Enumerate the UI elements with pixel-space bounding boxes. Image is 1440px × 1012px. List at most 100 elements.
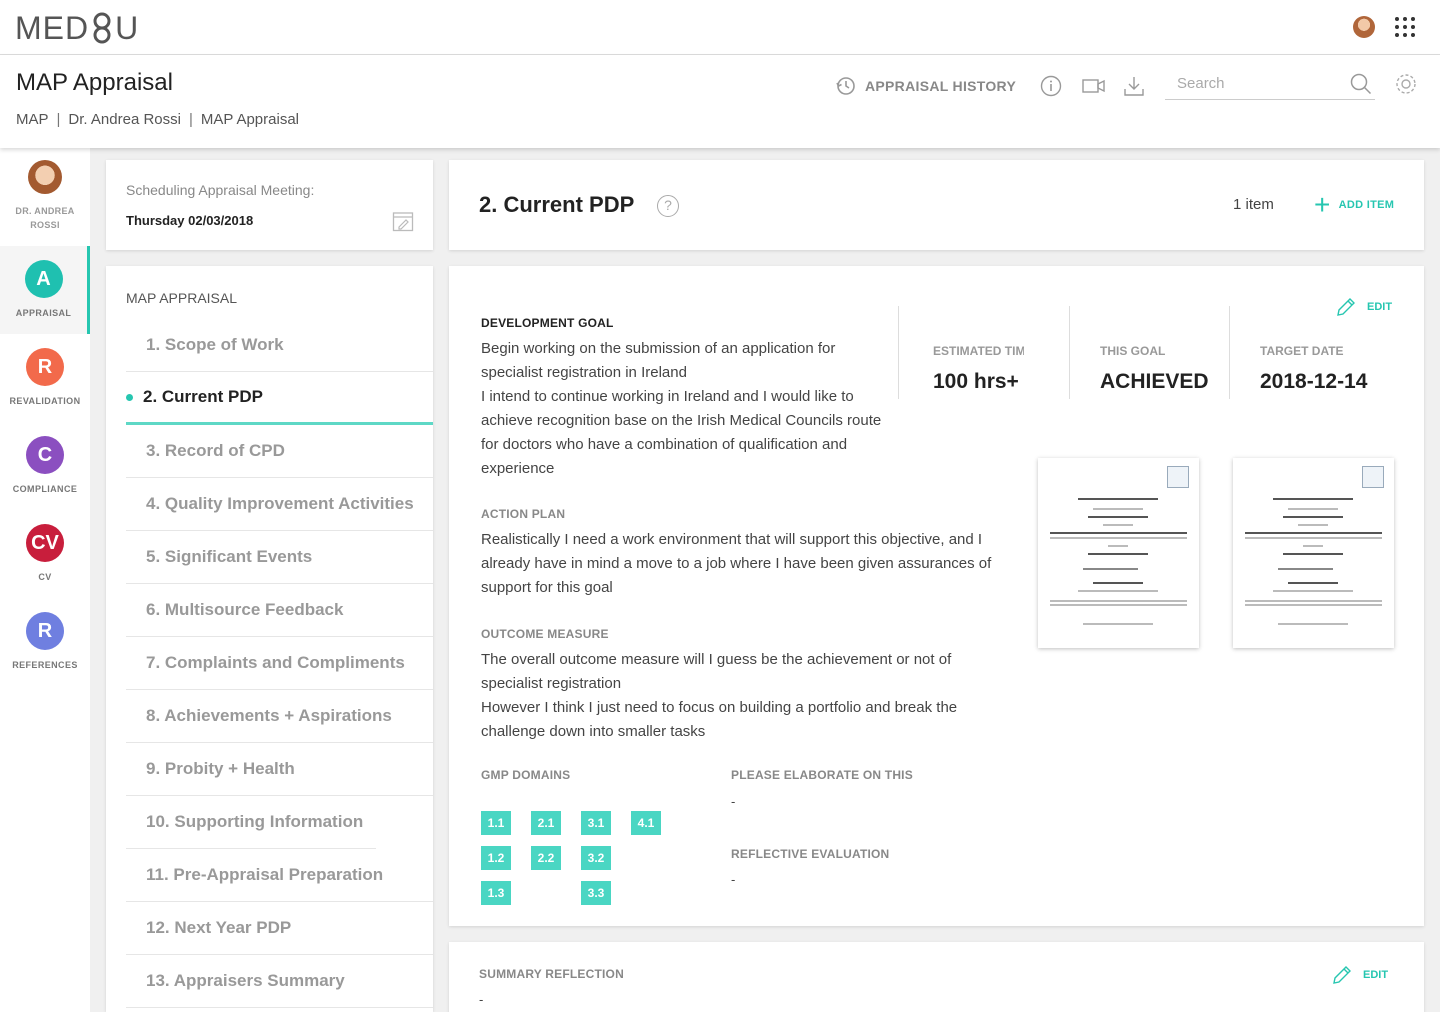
appraisal-badge: A [24, 260, 63, 298]
section-nav-list: 1. Scope of Work 2. Current PDP 3. Recor… [126, 319, 433, 1008]
stat-value: 100 hrs+ [933, 370, 1019, 393]
help-icon[interactable]: ? [657, 195, 679, 217]
rail-item-appraisal[interactable]: A APPRAISAL [0, 246, 90, 334]
add-item-label: ADD ITEM [1338, 199, 1395, 211]
certificate-thumbnail[interactable] [1038, 458, 1199, 648]
rail-item-references[interactable]: R REFERENCES [0, 598, 90, 686]
goal-stats: ESTIMATED TIME 100 hrs+ THIS GOAL ACHIEV… [898, 306, 1399, 399]
calendar-edit-icon[interactable] [392, 210, 414, 232]
download-icon[interactable] [1123, 75, 1145, 97]
nav-item-next-year-pdp[interactable]: 12. Next Year PDP [126, 902, 433, 955]
top-bar: MED U [0, 0, 1440, 55]
nav-item-scope-of-work[interactable]: 1. Scope of Work [126, 319, 433, 372]
nav-item-quality-improvement[interactable]: 4. Quality Improvement Activities [126, 478, 433, 531]
active-dot [126, 393, 133, 401]
settings-gear-icon[interactable] [1394, 72, 1418, 96]
outcome-measure-heading: OUTCOME MEASURE [481, 627, 609, 641]
gmp-domain-tags: 1.1 2.1 3.1 4.1 1.2 2.2 3.2 1.3 3.3 [481, 811, 661, 911]
gmp-domain-tag: 3.1 [581, 811, 611, 835]
stat-value: 2018-12-14 [1260, 370, 1368, 393]
stat-estimated-time: ESTIMATED TIME 100 hrs+ [899, 306, 1069, 399]
nav-item-appraisers-summary[interactable]: 13. Appraisers Summary [126, 955, 433, 1008]
elaborate-value: - [731, 794, 736, 809]
plus-icon: + [1314, 189, 1331, 220]
breadcrumb-item[interactable]: MAP [16, 111, 49, 128]
user-avatar[interactable] [1353, 16, 1375, 38]
schedule-card: Scheduling Appraisal Meeting: Thursday 0… [106, 160, 433, 250]
development-goal-text: Begin working on the submission of an ap… [481, 340, 882, 477]
gmp-domain-tag: 1.3 [481, 881, 511, 905]
add-item-button[interactable]: + ADD ITEM [1314, 189, 1395, 220]
action-plan-text: Realistically I need a work environment … [481, 531, 992, 596]
pencil-icon [1333, 966, 1351, 984]
stat-label: ESTIMATED TIME [933, 344, 1024, 358]
rail-user-profile[interactable]: DR. ANDREA ROSSI [0, 160, 90, 232]
stat-value: ACHIEVED [1100, 370, 1209, 393]
apps-grid-icon[interactable] [1395, 17, 1415, 37]
nav-title: MAP APPRAISAL [126, 290, 238, 306]
page-title: MAP Appraisal [16, 69, 173, 96]
nav-item-current-pdp[interactable]: 2. Current PDP [126, 372, 433, 425]
certificate-thumbnail[interactable] [1233, 458, 1394, 648]
nav-item-significant-events[interactable]: 5. Significant Events [126, 531, 433, 584]
nav-item-achievements-aspirations[interactable]: 8. Achievements + Aspirations [126, 690, 433, 743]
cv-badge: CV [26, 524, 64, 562]
section-nav-card: MAP APPRAISAL 1. Scope of Work 2. Curren… [106, 266, 433, 1012]
appraisal-history-button[interactable]: APPRAISAL HISTORY [835, 75, 1016, 97]
nav-item-supporting-information[interactable]: 10. Supporting Information [126, 796, 376, 849]
section-title-card: 2. Current PDP ? 1 item + ADD ITEM [449, 160, 1424, 250]
app-logo[interactable]: MED U [15, 10, 139, 47]
summary-reflection-heading: SUMMARY REFLECTION [479, 967, 624, 981]
breadcrumb-item[interactable]: Dr. Andrea Rossi [68, 111, 181, 128]
reflective-evaluation-heading: REFLECTIVE EVALUATION [731, 847, 890, 861]
revalidation-badge: R [26, 348, 64, 386]
elaborate-heading: PLEASE ELABORATE ON THIS [731, 768, 913, 782]
compliance-badge: C [26, 436, 64, 474]
gmp-domain-tag: 2.2 [531, 846, 561, 870]
schedule-date: Thursday 02/03/2018 [126, 213, 254, 228]
rail-item-label: APPRAISAL [15, 308, 72, 318]
edit-label: EDIT [1363, 969, 1389, 981]
rail-item-cv[interactable]: CV CV [0, 510, 90, 598]
nav-item-pre-appraisal-preparation[interactable]: 11. Pre-Appraisal Preparation [126, 849, 433, 902]
logo-text-right: U [115, 10, 140, 46]
nav-item-probity-health[interactable]: 9. Probity + Health [126, 743, 433, 796]
nav-item-label: 2. Current PDP [143, 387, 263, 406]
rail-item-label: REVALIDATION [9, 396, 81, 406]
rail-item-label: COMPLIANCE [12, 484, 78, 494]
breadcrumb-item[interactable]: MAP Appraisal [201, 111, 299, 128]
rail-item-revalidation[interactable]: R REVALIDATION [0, 334, 90, 422]
gmp-domain-tag: 1.2 [481, 846, 511, 870]
item-count: 1 item [1233, 196, 1274, 213]
info-icon[interactable] [1040, 75, 1062, 97]
user-photo [28, 160, 62, 194]
stat-target-date: TARGET DATE 2018-12-14 [1229, 306, 1399, 399]
gmp-domain-tag: 2.1 [531, 811, 561, 835]
video-icon[interactable] [1082, 75, 1106, 97]
certificate-logo-icon [1167, 466, 1189, 488]
appraisal-history-label: APPRAISAL HISTORY [865, 78, 1017, 94]
references-badge: R [26, 612, 64, 650]
summary-edit-button[interactable]: EDIT [1331, 964, 1388, 986]
logo-infinity-icon [89, 11, 115, 45]
rail-item-compliance[interactable]: C COMPLIANCE [0, 422, 90, 510]
nav-item-multisource-feedback[interactable]: 6. Multisource Feedback [126, 584, 433, 637]
action-plan-heading: ACTION PLAN [481, 507, 566, 521]
breadcrumb: MAP | Dr. Andrea Rossi | MAP Appraisal [16, 111, 299, 128]
gmp-domain-tag: 4.1 [631, 811, 661, 835]
search-icon[interactable] [1349, 72, 1373, 96]
reflective-evaluation-value: - [731, 872, 736, 887]
development-goal-heading: DEVELOPMENT GOAL [481, 316, 614, 330]
page-header: MAP Appraisal MAP | Dr. Andrea Rossi | MAP A… [0, 55, 1440, 148]
gmp-domain-tag: 3.3 [581, 881, 611, 905]
search-input[interactable] [1165, 69, 1345, 97]
certificate-logo-icon [1362, 466, 1384, 488]
stat-label: TARGET DATE [1260, 344, 1344, 358]
nav-item-record-of-cpd[interactable]: 3. Record of CPD [126, 425, 433, 478]
gmp-domains-heading: GMP DOMAINS [481, 768, 571, 782]
rail-item-label: CV [38, 572, 52, 582]
nav-item-complaints-compliments[interactable]: 7. Complaints and Compliments [126, 637, 433, 690]
user-name: DR. ANDREA ROSSI [15, 206, 75, 230]
stat-this-goal: THIS GOAL ACHIEVED [1069, 306, 1229, 399]
left-rail: DR. ANDREA ROSSI A APPRAISAL R REVALIDATI… [0, 148, 90, 1012]
